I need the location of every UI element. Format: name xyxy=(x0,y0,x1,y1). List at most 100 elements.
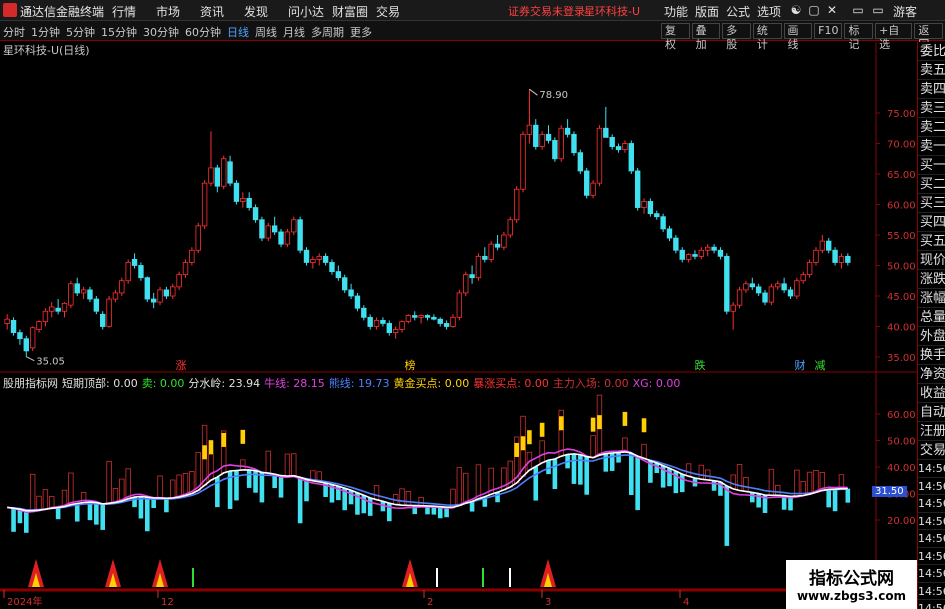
high-price-label: 78.90 xyxy=(539,90,568,101)
quote-field-20[interactable]: 汪册 xyxy=(918,422,945,441)
period-tab-4[interactable]: 30分钟 xyxy=(143,24,179,40)
period-tab-7[interactable]: 周线 xyxy=(255,24,277,40)
quote-field-16[interactable]: 换手 xyxy=(918,346,945,365)
ind-bar-up xyxy=(42,489,49,510)
candle-body xyxy=(647,201,654,215)
menu-item-function[interactable]: 功能 xyxy=(664,3,694,20)
candle-body xyxy=(329,262,335,272)
price-tick-label: 40.00 xyxy=(887,323,916,334)
candle-body xyxy=(335,271,342,279)
tool-add-favorite[interactable]: +自选 xyxy=(875,23,913,51)
tool-stats[interactable]: 统计 xyxy=(752,23,782,51)
candle-body xyxy=(36,321,42,330)
quote-field-14[interactable]: 总量 xyxy=(918,308,945,327)
menu-item-options[interactable]: 选项 xyxy=(757,3,787,20)
quote-field-18[interactable]: 收益 xyxy=(918,384,945,403)
candle-body xyxy=(660,216,666,230)
candle-body xyxy=(564,127,571,135)
menu-item-news[interactable]: 资讯 xyxy=(200,3,236,20)
quote-field-2[interactable]: 卖四 xyxy=(918,80,945,99)
tool-draw[interactable]: 画线 xyxy=(783,23,813,51)
period-tab-6[interactable]: 日线 xyxy=(227,24,249,40)
quote-field-8[interactable]: 买三 xyxy=(918,194,945,213)
event-marker: 减 xyxy=(815,359,826,372)
indicator-value-6: 暴涨买点: 0.00 xyxy=(473,377,549,390)
period-tab-0[interactable]: 分时 xyxy=(3,24,25,40)
ind-top-marker xyxy=(597,415,602,430)
ind-top-marker xyxy=(590,417,596,432)
guest-label[interactable]: 游客 xyxy=(893,3,917,20)
quote-field-13[interactable]: 涨幅 xyxy=(918,289,945,308)
quote-field-11[interactable]: 现价 xyxy=(918,251,945,270)
candle-body xyxy=(819,240,826,251)
settings-icon[interactable]: ▢ xyxy=(806,2,822,18)
current-stock-name: 星环科技-U xyxy=(584,5,641,18)
close-icon[interactable]: ✕ xyxy=(824,2,840,18)
tool-overlay[interactable]: 叠加 xyxy=(691,23,721,51)
tool-multi[interactable]: 多股 xyxy=(722,23,751,51)
kline-chart[interactable]: 75.00 70.00 65.00 60.00 55.00 50.00 45.00 40.00… xyxy=(0,42,917,609)
date-label: 4 xyxy=(683,597,689,608)
tool-f10[interactable]: F10 xyxy=(814,23,843,39)
candle-body xyxy=(418,315,424,318)
candle-body xyxy=(558,127,564,160)
login-status[interactable]: 证券交易未登录 xyxy=(508,3,585,19)
menu-item-discover[interactable]: 发现 xyxy=(244,3,280,20)
quote-field-17[interactable]: 净资 xyxy=(918,365,945,384)
tool-mark[interactable]: 标记 xyxy=(844,23,874,51)
quote-field-15[interactable]: 外盘 xyxy=(918,327,945,346)
quote-field-10[interactable]: 买五 xyxy=(918,232,945,251)
quote-field-7[interactable]: 买二 xyxy=(918,175,945,194)
quote-field-12[interactable]: 涨跌 xyxy=(918,270,945,289)
quote-field-9[interactable]: 买四 xyxy=(918,213,945,232)
candle-body xyxy=(794,280,800,297)
ind-bar-down xyxy=(749,492,755,503)
quote-field-19[interactable]: 自动 xyxy=(918,403,945,422)
period-tab-3[interactable]: 15分钟 xyxy=(101,24,137,40)
quote-field-4[interactable]: 卖二 xyxy=(918,118,945,137)
candle-body xyxy=(386,323,392,334)
ind-bar-down xyxy=(724,485,730,546)
ind-bar-down xyxy=(552,458,558,489)
period-tab-5[interactable]: 60分钟 xyxy=(185,24,221,40)
indicator-name[interactable]: 股朋指标网 xyxy=(3,377,58,390)
menu-item-wealth[interactable]: 财富圈 xyxy=(332,3,368,20)
minimize-icon[interactable]: ▭ xyxy=(870,2,886,18)
period-tab-1[interactable]: 1分钟 xyxy=(31,24,60,40)
period-tab-9[interactable]: 多周期 xyxy=(311,24,344,40)
menu-item-trade[interactable]: 交易 xyxy=(376,3,412,20)
tool-adjust[interactable]: 复权 xyxy=(661,23,690,51)
menu-item-layout[interactable]: 版面 xyxy=(695,3,725,20)
period-tab-2[interactable]: 5分钟 xyxy=(66,24,95,40)
ind-bar-up xyxy=(775,484,781,496)
ind-bar-up xyxy=(539,440,545,464)
quote-field-6[interactable]: 买一 xyxy=(918,156,945,175)
candle-body xyxy=(705,246,711,251)
menu-item-formula[interactable]: 公式 xyxy=(726,3,756,20)
menu-item-market-list[interactable]: 市场 xyxy=(156,3,192,20)
skin-icon[interactable]: ☯ xyxy=(788,2,804,18)
layout-icon[interactable]: ▭ xyxy=(850,2,866,18)
period-tab-10[interactable]: 更多 xyxy=(350,24,372,40)
tool-back[interactable]: 返回 xyxy=(914,23,943,51)
quote-field-5[interactable]: 卖一 xyxy=(918,137,945,156)
candle-body xyxy=(806,262,813,276)
price-tick-label: 65.00 xyxy=(887,170,916,181)
ind-bar-up xyxy=(106,460,112,504)
candle-body xyxy=(265,225,271,239)
tick-time-3: 14:56 xyxy=(918,513,945,530)
quote-field-1[interactable]: 卖五 xyxy=(918,61,945,80)
candle-body xyxy=(157,289,163,303)
quote-field-0[interactable]: 委比 xyxy=(918,42,945,61)
candle-body xyxy=(119,280,125,294)
quote-field-3[interactable]: 卖三 xyxy=(918,99,945,118)
menu-item-market[interactable]: 行情 xyxy=(112,3,148,20)
quote-field-21[interactable]: 交易 xyxy=(918,441,945,460)
low-price-label: 35.05 xyxy=(36,357,65,368)
candle-body xyxy=(666,228,673,239)
candle-body xyxy=(176,274,182,288)
menu-item-ask[interactable]: 问小达 xyxy=(288,3,324,20)
ind-bar-up xyxy=(705,469,711,481)
period-tab-8[interactable]: 月线 xyxy=(283,24,305,40)
tick-time-1: 14:56 xyxy=(918,478,945,495)
